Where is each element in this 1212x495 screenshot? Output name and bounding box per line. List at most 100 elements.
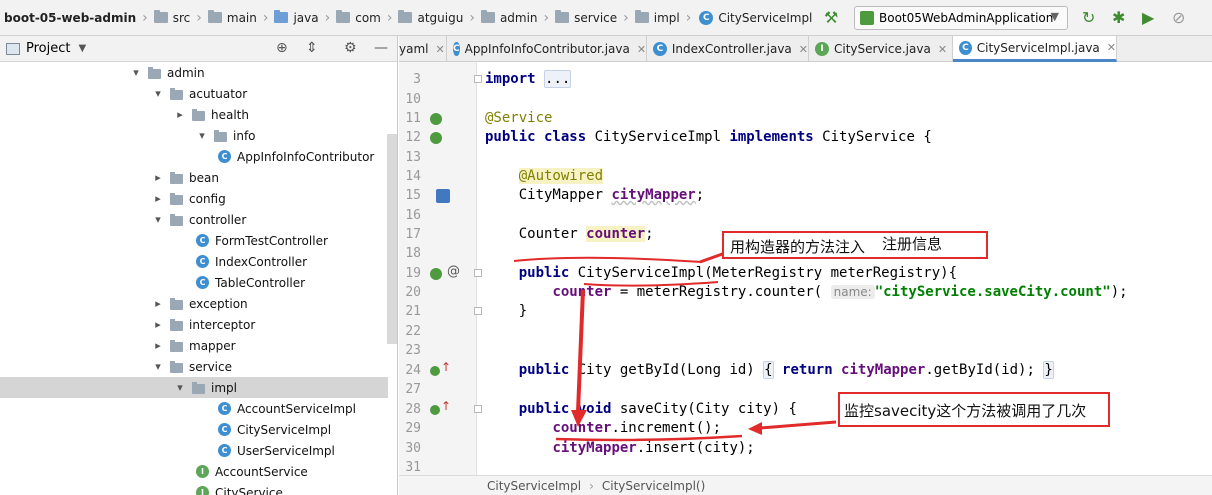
- chevron-down-icon[interactable]: ▼: [78, 43, 86, 54]
- breadcrumb-src[interactable]: src ›: [148, 0, 202, 35]
- tree-item-tablecontroller[interactable]: C TableController: [0, 272, 388, 293]
- folded-imports[interactable]: ...: [544, 70, 572, 88]
- tree-item-label: AccountServiceImpl: [237, 401, 356, 416]
- breadcrumb-class[interactable]: CityServiceImpl: [487, 479, 581, 493]
- chevron-right-icon[interactable]: ▸: [152, 297, 164, 310]
- code-text: .getById(id);: [925, 362, 1044, 378]
- close-icon[interactable]: ✕: [1107, 41, 1116, 54]
- project-scrollbar-thumb[interactable]: [387, 134, 397, 344]
- stop-icon[interactable]: ⊘: [1172, 8, 1185, 27]
- class-icon: C: [218, 402, 231, 415]
- chevron-right-icon[interactable]: ▸: [174, 108, 186, 121]
- package-icon: [336, 10, 351, 23]
- tree-item-acutuator[interactable]: ▾ acutuator: [0, 83, 388, 104]
- tree-item-formtestcontroller[interactable]: C FormTestController: [0, 230, 388, 251]
- breadcrumb-com[interactable]: com ›: [330, 0, 392, 35]
- chevron-down-icon[interactable]: ▾: [196, 129, 208, 142]
- spring-bean-icon[interactable]: [430, 113, 442, 125]
- tree-item-indexcontroller[interactable]: C IndexController: [0, 251, 388, 272]
- close-icon[interactable]: ✕: [637, 43, 646, 56]
- tree-item-config[interactable]: ▸ config: [0, 188, 388, 209]
- tab-appinfo[interactable]: C AppInfoInfoContributor.java ✕: [447, 36, 647, 62]
- run-configuration-select[interactable]: Boot05WebAdminApplication ▼: [854, 6, 1068, 30]
- spring-bean-icon[interactable]: [430, 268, 442, 280]
- tab-cityserviceimpl[interactable]: C CityServiceImpl.java ✕: [953, 36, 1117, 62]
- tree-item-admin[interactable]: ▾ admin: [0, 62, 388, 83]
- hide-panel-icon[interactable]: —: [374, 40, 388, 56]
- chevron-down-icon[interactable]: ▾: [152, 87, 164, 100]
- tree-item-accountservice[interactable]: I AccountService: [0, 461, 388, 482]
- tree-item-info[interactable]: ▾ info: [0, 125, 388, 146]
- chevron-down-icon[interactable]: ▾: [174, 381, 186, 394]
- breadcrumb-project[interactable]: boot-05-web-admin ›: [0, 0, 148, 35]
- tab-indexcontroller[interactable]: C IndexController.java ✕: [647, 36, 809, 62]
- code-keyword: public: [518, 265, 570, 281]
- tree-item-cityserviceimpl[interactable]: C CityServiceImpl: [0, 419, 388, 440]
- tree-item-service[interactable]: ▾ service: [0, 356, 388, 377]
- settings-gear-icon[interactable]: ⚙: [344, 40, 357, 56]
- tree-item-mapper[interactable]: ▸ mapper: [0, 335, 388, 356]
- fold-toggle-icon[interactable]: [474, 307, 482, 315]
- tree-item-label: admin: [167, 65, 205, 80]
- tree-item-cityservice[interactable]: I CityService: [0, 482, 388, 495]
- override-arrow-up-icon[interactable]: ↑: [441, 399, 451, 413]
- tree-item-accountserviceimpl[interactable]: C AccountServiceImpl: [0, 398, 388, 419]
- breadcrumb-service[interactable]: service ›: [549, 0, 629, 35]
- chevron-down-icon[interactable]: ▾: [152, 360, 164, 373]
- breadcrumb-file[interactable]: C CityServiceImpl: [691, 0, 813, 35]
- breadcrumb-main[interactable]: main ›: [202, 0, 268, 35]
- chevron-right-icon[interactable]: ▸: [152, 171, 164, 184]
- line-number: 31: [405, 460, 421, 475]
- locate-target-icon[interactable]: ⊕: [276, 40, 288, 56]
- close-icon[interactable]: ✕: [435, 43, 444, 56]
- fold-toggle-icon[interactable]: [474, 75, 482, 83]
- rerun-icon[interactable]: ↻: [1082, 8, 1095, 27]
- tab-yaml[interactable]: yaml ✕: [399, 36, 447, 62]
- breadcrumb-admin[interactable]: admin ›: [475, 0, 549, 35]
- code-line: 30 cityMapper.insert(city);: [399, 439, 1212, 458]
- tree-item-appinfoinfocontributor[interactable]: C AppInfoInfoContributor: [0, 146, 388, 167]
- chevron-right-icon[interactable]: ▸: [152, 339, 164, 352]
- project-view-icon: [6, 42, 20, 55]
- run-with-coverage-icon[interactable]: ▶: [1142, 8, 1154, 27]
- folded-block[interactable]: }: [1043, 361, 1054, 379]
- chevron-right-icon[interactable]: ▸: [152, 192, 164, 205]
- tree-item-interceptor[interactable]: ▸ interceptor: [0, 314, 388, 335]
- folded-block[interactable]: {: [763, 361, 774, 379]
- annotation-at-icon[interactable]: @: [447, 264, 460, 279]
- project-panel-title[interactable]: Project: [26, 41, 70, 56]
- close-icon[interactable]: ✕: [799, 43, 808, 56]
- chevron-down-icon[interactable]: ▾: [130, 66, 142, 79]
- collapse-all-icon[interactable]: ⇕: [306, 40, 318, 56]
- tree-item-exception[interactable]: ▸ exception: [0, 293, 388, 314]
- close-icon[interactable]: ✕: [938, 43, 947, 56]
- line-number: 28: [405, 402, 421, 417]
- tree-item-userserviceimpl[interactable]: C UserServiceImpl: [0, 440, 388, 461]
- breadcrumb-label: CityServiceImpl: [718, 10, 813, 25]
- build-hammer-icon[interactable]: ⚒: [824, 8, 838, 27]
- debug-bug-icon[interactable]: ✱: [1112, 8, 1125, 27]
- tree-item-bean[interactable]: ▸ bean: [0, 167, 388, 188]
- tree-item-controller[interactable]: ▾ controller: [0, 209, 388, 230]
- implements-interface-icon[interactable]: [430, 132, 442, 144]
- override-arrow-up-icon[interactable]: ↑: [441, 360, 451, 374]
- breadcrumb-impl[interactable]: impl ›: [629, 0, 691, 35]
- tree-item-health[interactable]: ▸ health: [0, 104, 388, 125]
- code-text: Counter: [518, 226, 587, 242]
- tree-item-impl[interactable]: ▾ impl: [0, 377, 388, 398]
- breadcrumb-java[interactable]: java ›: [268, 0, 330, 35]
- chevron-right-icon[interactable]: ▸: [152, 318, 164, 331]
- fold-toggle-icon[interactable]: [474, 405, 482, 413]
- line-number: 24: [405, 363, 421, 378]
- breadcrumb-atguigu[interactable]: atguigu ›: [392, 0, 475, 35]
- implements-method-icon[interactable]: [430, 366, 440, 376]
- line-number: 29: [405, 421, 421, 436]
- tab-cityservice[interactable]: I CityService.java ✕: [809, 36, 953, 62]
- package-folder-icon: [148, 66, 161, 79]
- chevron-down-icon[interactable]: ▾: [152, 213, 164, 226]
- navigate-to-bean-icon[interactable]: [436, 189, 450, 203]
- tree-item-label: service: [189, 359, 232, 374]
- implements-method-icon[interactable]: [430, 405, 440, 415]
- breadcrumb-method[interactable]: CityServiceImpl(): [602, 479, 705, 493]
- fold-toggle-icon[interactable]: [474, 269, 482, 277]
